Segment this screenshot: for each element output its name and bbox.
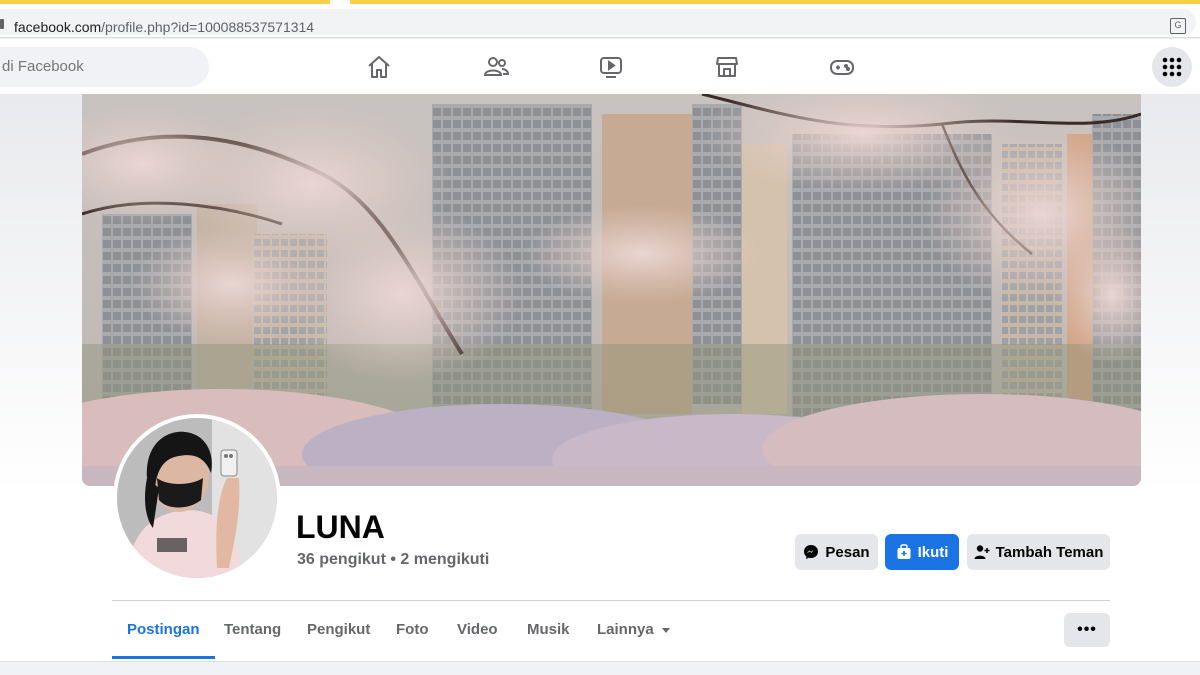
- url-path: /profile.php?id=100088537571314: [101, 19, 315, 35]
- tab-musik[interactable]: Musik: [527, 601, 570, 659]
- following-count[interactable]: 2 mengikuti: [400, 551, 489, 568]
- watch-icon[interactable]: [591, 47, 631, 87]
- tab-pengikut[interactable]: Pengikut: [307, 601, 370, 659]
- tab-video[interactable]: Video: [457, 601, 498, 659]
- add-friend-label: Tambah Teman: [995, 543, 1104, 561]
- gaming-icon[interactable]: [822, 47, 862, 87]
- translate-icon[interactable]: G: [1170, 18, 1186, 34]
- more-options-button[interactable]: •••: [1064, 613, 1110, 647]
- url-host: facebook.com: [14, 19, 102, 35]
- tab-tentang[interactable]: Tentang: [224, 601, 281, 659]
- follow-stats: 36 pengikut • 2 mengikuti: [297, 550, 489, 570]
- follow-label: Ikuti: [917, 543, 949, 561]
- tab-postingan[interactable]: Postingan: [112, 601, 215, 659]
- caret-down-icon: [661, 627, 670, 633]
- avatar[interactable]: [113, 414, 281, 582]
- tab-lainnya-label: Lainnya: [597, 621, 654, 638]
- friends-icon[interactable]: [476, 47, 516, 87]
- message-button[interactable]: Pesan: [795, 534, 878, 570]
- menu-grid-icon[interactable]: [1152, 47, 1192, 87]
- message-label: Pesan: [825, 543, 870, 561]
- browser-address-bar[interactable]: facebook.com/profile.php?id=100088537571…: [0, 6, 1200, 38]
- add-friend-icon: [974, 545, 990, 559]
- marketplace-icon[interactable]: [707, 47, 747, 87]
- tab-foto[interactable]: Foto: [396, 601, 428, 659]
- stats-separator: •: [390, 551, 396, 568]
- page-background: [0, 661, 1200, 675]
- search-input[interactable]: [2, 47, 202, 87]
- profile-name: LUNA: [296, 509, 385, 545]
- search-box[interactable]: [0, 47, 209, 87]
- facebook-top-nav: [0, 39, 1200, 94]
- lock-icon[interactable]: [0, 19, 4, 29]
- follow-icon: [897, 544, 911, 559]
- tab-indicator: [350, 0, 1200, 4]
- add-friend-button[interactable]: Tambah Teman: [967, 534, 1110, 570]
- url-text[interactable]: facebook.com/profile.php?id=100088537571…: [14, 19, 314, 35]
- follow-button[interactable]: Ikuti: [885, 534, 959, 570]
- tab-lainnya[interactable]: Lainnya: [597, 601, 670, 659]
- active-tab-indicator: [0, 0, 330, 4]
- home-icon[interactable]: [359, 47, 399, 87]
- followers-count[interactable]: 36 pengikut: [297, 551, 386, 568]
- messenger-icon: [804, 545, 819, 559]
